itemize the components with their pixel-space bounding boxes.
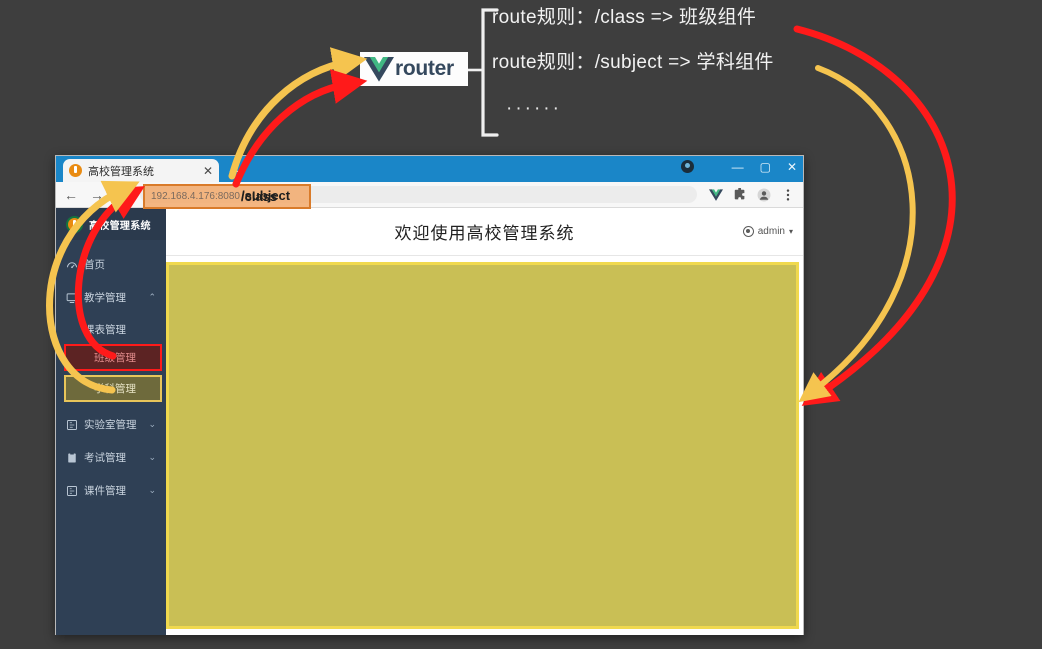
app-logo-text: 高校管理系统 bbox=[89, 220, 151, 232]
screenshot-stage: route规则：/class => 班级组件 route规则：/subject … bbox=[0, 0, 1042, 649]
tab-favicon-icon bbox=[69, 164, 82, 177]
sidebar-item-teaching[interactable]: 教学管理 ⌃ bbox=[56, 281, 166, 314]
arrow-yellow-rule-to-view bbox=[798, 65, 916, 403]
app-logo-icon bbox=[66, 215, 83, 233]
chevron-down-icon: ⌄ bbox=[148, 485, 156, 495]
sidebar-item-timetable[interactable]: 课表管理 bbox=[56, 314, 166, 344]
avatar-icon bbox=[742, 226, 754, 237]
sidebar-label-timetable: 课表管理 bbox=[84, 323, 126, 336]
chevron-down-icon: ⌄ bbox=[148, 419, 156, 429]
app-content: 欢迎使用高校管理系统 admin ▾ bbox=[166, 208, 803, 635]
user-name: admin bbox=[757, 226, 785, 237]
sidebar-menu: 首页 教学管理 ⌃ 课表管理 班级管理 学科管理 实验室管理 ⌄ 考试管理 ⌄ … bbox=[56, 240, 166, 507]
app-body: 高校管理系统 首页 教学管理 ⌃ 课表管理 班级管理 学科管理 实验室管理 ⌄ … bbox=[56, 208, 803, 635]
sidebar-label-exam: 考试管理 bbox=[84, 452, 126, 464]
route-rule-ellipsis: ······ bbox=[506, 98, 562, 119]
tab-close-icon[interactable]: ✕ bbox=[203, 165, 213, 177]
dashboard-icon bbox=[66, 259, 78, 271]
sidebar-logo: 高校管理系统 bbox=[56, 208, 166, 240]
sidebar-item-class[interactable]: 班级管理 bbox=[64, 344, 162, 371]
url-path-subject: /subject bbox=[240, 187, 291, 203]
browser-profile-icon[interactable] bbox=[680, 160, 694, 173]
browser-titlebar: 高校管理系统 ✕ + — ▢ ✕ bbox=[56, 156, 803, 182]
user-menu[interactable]: admin ▾ bbox=[742, 226, 793, 237]
sidebar-label-subject: 学科管理 bbox=[94, 383, 136, 395]
window-controls: — ▢ ✕ bbox=[680, 160, 797, 173]
maximize-button[interactable]: ▢ bbox=[760, 161, 771, 173]
sidebar-label-home: 首页 bbox=[84, 259, 105, 271]
minimize-button[interactable]: — bbox=[732, 161, 744, 173]
app-topbar: 欢迎使用高校管理系统 admin ▾ bbox=[166, 208, 803, 256]
welcome-title: 欢迎使用高校管理系统 bbox=[394, 224, 575, 243]
route-rule-subject: route规则：/subject => 学科组件 bbox=[492, 52, 774, 73]
vue-router-label: router bbox=[395, 57, 454, 80]
sidebar-item-exam[interactable]: 考试管理 ⌄ bbox=[56, 441, 166, 474]
courseware-icon bbox=[66, 485, 78, 497]
sidebar-item-lab[interactable]: 实验室管理 ⌄ bbox=[56, 408, 166, 441]
route-rule-class: route规则：/class => 班级组件 bbox=[492, 7, 757, 28]
close-button[interactable]: ✕ bbox=[787, 161, 797, 173]
new-tab-button[interactable]: + bbox=[229, 163, 239, 180]
vue-router-logo: router bbox=[360, 52, 468, 86]
reload-button[interactable]: ⟳ bbox=[116, 188, 128, 202]
vue-logo-icon bbox=[364, 56, 394, 82]
url-highlight-box: 192.168.4.176:8080 /class /subject bbox=[143, 184, 311, 209]
browser-window: 高校管理系统 ✕ + — ▢ ✕ ← → ⟳ 高校管理系统 首页 教学管理 ⌃ … bbox=[55, 155, 804, 635]
toolbar-icons bbox=[709, 187, 795, 202]
forward-button[interactable]: → bbox=[90, 188, 104, 202]
exam-icon bbox=[66, 452, 78, 464]
browser-tab[interactable]: 高校管理系统 ✕ bbox=[63, 159, 219, 182]
url-path-overlap: /class /subject bbox=[241, 188, 290, 206]
router-view-area bbox=[166, 262, 799, 629]
sidebar-label-courseware: 课件管理 bbox=[84, 485, 126, 497]
route-rules-block: route规则：/class => 班级组件 route规则：/subject … bbox=[492, 8, 822, 120]
extensions-icon[interactable] bbox=[733, 187, 747, 202]
chevron-up-icon: ⌃ bbox=[148, 292, 156, 302]
chevron-down-icon: ▾ bbox=[788, 227, 793, 236]
vue-devtools-icon[interactable] bbox=[709, 188, 723, 202]
sidebar-label-teaching: 教学管理 bbox=[84, 292, 126, 304]
chevron-down-icon: ⌄ bbox=[148, 452, 156, 462]
profile-icon[interactable] bbox=[757, 188, 771, 202]
sidebar-label-lab: 实验室管理 bbox=[84, 419, 137, 431]
tab-title: 高校管理系统 bbox=[88, 165, 154, 178]
sidebar-item-home[interactable]: 首页 bbox=[56, 248, 166, 281]
chrome-menu-icon[interactable] bbox=[781, 188, 795, 202]
sidebar-label-class: 班级管理 bbox=[94, 352, 136, 364]
monitor-icon bbox=[66, 292, 78, 304]
sidebar-item-courseware[interactable]: 课件管理 ⌄ bbox=[56, 474, 166, 507]
lab-icon bbox=[66, 419, 78, 431]
sidebar-item-subject[interactable]: 学科管理 bbox=[64, 375, 162, 402]
back-button[interactable]: ← bbox=[64, 188, 78, 202]
url-host: 192.168.4.176:8080 bbox=[151, 191, 240, 202]
app-sidebar: 高校管理系统 首页 教学管理 ⌃ 课表管理 班级管理 学科管理 实验室管理 ⌄ … bbox=[56, 208, 166, 635]
